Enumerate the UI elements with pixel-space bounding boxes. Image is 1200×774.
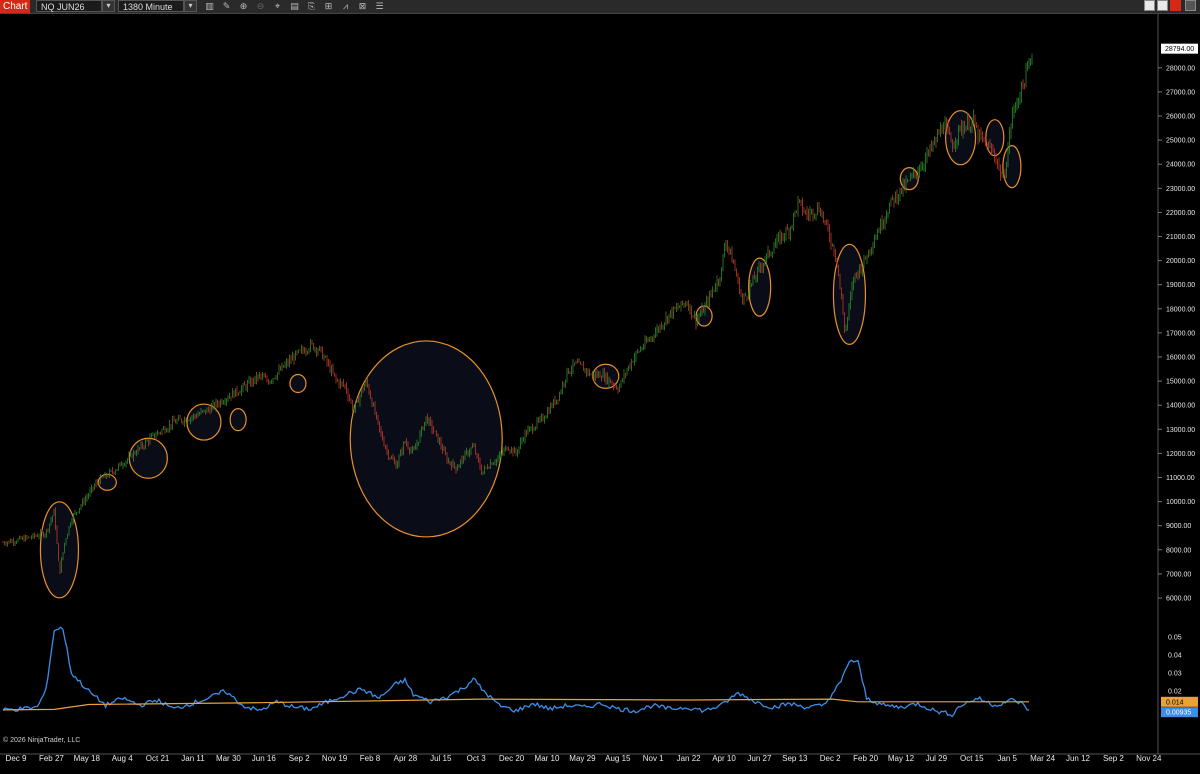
highlight-zone (289, 373, 307, 394)
date-axis-label: Mar 24 (1030, 754, 1055, 763)
price-axis-label: 19000.00 (1166, 282, 1195, 289)
highlight-zone (349, 340, 503, 538)
maximize-button[interactable] (1157, 0, 1168, 11)
minimize-button[interactable] (1144, 0, 1155, 11)
date-axis-label: Jan 22 (677, 754, 702, 763)
date-axis-label: Apr 28 (394, 754, 418, 763)
highlight-zone (39, 501, 80, 599)
date-axis-label: Dec 2 (820, 754, 841, 763)
draw-tool-icon[interactable]: ✎ (220, 0, 233, 12)
price-chart[interactable]: 28000.00 27000.00 26000.00 25000.00 24000.00… (0, 14, 1200, 774)
date-axis-label: Jun 27 (747, 754, 772, 763)
date-axis-label: Feb 20 (853, 754, 878, 763)
highlight-zone (944, 110, 977, 166)
price-axis-label: 12000.00 (1166, 451, 1195, 458)
highlight-zone (229, 408, 247, 432)
date-axis-label: Nov 1 (643, 754, 664, 763)
date-axis-label: Sep 2 (289, 754, 310, 763)
indicator-value-label: 0.00935 (1166, 710, 1191, 717)
interval-selector[interactable]: 1380 Minute (118, 0, 184, 12)
date-axis-label: Oct 15 (960, 754, 984, 763)
instrument-dropdown-chevron-icon[interactable]: ▾ (102, 0, 115, 12)
price-axis-label: 17000.00 (1166, 330, 1195, 337)
highlight-zone (832, 243, 867, 345)
date-axis-label: Mar 30 (216, 754, 241, 763)
price-axis-label: 21000.00 (1166, 234, 1195, 241)
properties-icon[interactable]: ▤ (288, 0, 301, 12)
indicators-icon[interactable]: ⊠ (356, 0, 369, 12)
date-axis-label: Mar 10 (535, 754, 560, 763)
date-axis-label: May 29 (569, 754, 596, 763)
indicator-axis-label: 0.04 (1168, 653, 1182, 660)
date-axis-label: Nov 24 (1136, 754, 1162, 763)
price-axis-label: 20000.00 (1166, 258, 1195, 265)
price-axis-label: 8000.00 (1166, 547, 1191, 554)
date-axis-label: Dec 20 (499, 754, 525, 763)
price-axis-label: 13000.00 (1166, 427, 1195, 434)
price-axis-label: 25000.00 (1166, 138, 1195, 145)
date-axis-label: Jun 16 (252, 754, 277, 763)
highlight-zone (695, 305, 713, 327)
price-axis-label: 10000.00 (1166, 499, 1195, 506)
date-axis-label: Oct 21 (146, 754, 170, 763)
data-box-icon[interactable]: ⊞ (322, 0, 335, 12)
date-axis-label: Dec 9 (6, 754, 27, 763)
date-axis-label: Jan 5 (997, 754, 1017, 763)
date-axis-label: Feb 27 (39, 754, 64, 763)
close-button[interactable] (1170, 0, 1181, 11)
date-axis-label: May 18 (74, 754, 101, 763)
date-axis-label: Sep 2 (1103, 754, 1124, 763)
price-axis-label: 26000.00 (1166, 114, 1195, 121)
indicator-axis-label: 0.05 (1168, 635, 1182, 642)
date-axis-label: Nov 19 (322, 754, 348, 763)
copyright-text: © 2026 NinjaTrader, LLC (3, 737, 81, 744)
date-axis-label: Oct 3 (467, 754, 487, 763)
highlight-zone (1002, 145, 1022, 189)
price-axis-label: 23000.00 (1166, 186, 1195, 193)
bar-style-icon[interactable]: ▥ (203, 0, 216, 12)
chart-toolbar: Chart NQ JUN26 ▾ 1380 Minute ▾ ▥ ✎ ⊕ ⊖ ⌖… (0, 0, 1200, 14)
interval-dropdown-chevron-icon[interactable]: ▾ (184, 0, 197, 12)
price-axis-label: 6000.00 (1166, 596, 1191, 603)
zoom-in-icon[interactable]: ⊕ (237, 0, 250, 12)
crosshair-icon[interactable]: ⌖ (271, 0, 284, 12)
window-title: Chart (0, 0, 31, 13)
price-axis-label: 9000.00 (1166, 523, 1191, 530)
price-axis-label: 24000.00 (1166, 162, 1195, 169)
date-axis-label: Apr 10 (712, 754, 736, 763)
highlight-zone (97, 473, 117, 491)
price-axis-label: 14000.00 (1166, 403, 1195, 410)
restore-button[interactable] (1185, 0, 1196, 11)
date-axis-label: Feb 8 (360, 754, 381, 763)
strategies-icon[interactable]: ⩘ (339, 0, 352, 12)
zoom-out-icon[interactable]: ⊖ (254, 0, 267, 12)
price-axis-label: 18000.00 (1166, 306, 1195, 313)
price-axis-label: 15000.00 (1166, 379, 1195, 386)
price-axis-label: 7000.00 (1166, 571, 1191, 578)
highlight-zone (748, 257, 772, 317)
date-axis-label: Jun 12 (1066, 754, 1091, 763)
date-axis-label: Sep 13 (782, 754, 808, 763)
date-axis-label: Jul 29 (926, 754, 948, 763)
indicator-axis-label: 0.02 (1168, 689, 1182, 696)
template-icon[interactable]: ⎘ (305, 0, 318, 12)
price-axis-label: 28000.00 (1166, 65, 1195, 72)
price-axis-label: 16000.00 (1166, 355, 1195, 362)
indicator-average-value: 0.014 (1166, 699, 1184, 706)
date-axis-label: Jan 11 (181, 754, 205, 763)
date-axis-label: Aug 15 (605, 754, 631, 763)
instrument-selector[interactable]: NQ JUN26 (36, 0, 102, 12)
date-axis-label: Jul 15 (430, 754, 452, 763)
price-axis-label: 11000.00 (1166, 475, 1195, 482)
list-icon[interactable]: ☰ (373, 0, 386, 12)
indicator-axis-label: 0.03 (1168, 671, 1182, 678)
price-axis-label: 22000.00 (1166, 210, 1195, 217)
last-price-label: 28794.00 (1165, 46, 1194, 53)
date-axis-label: May 12 (888, 754, 915, 763)
price-axis-label: 27000.00 (1166, 89, 1195, 96)
date-axis-label: Aug 4 (112, 754, 133, 763)
